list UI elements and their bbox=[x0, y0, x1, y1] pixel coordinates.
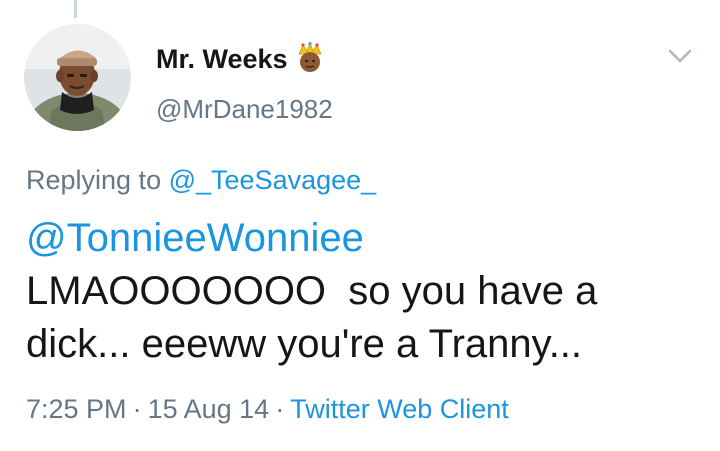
replying-to-handle-link[interactable]: @_TeeSavagee_ bbox=[169, 165, 377, 195]
tweet-metadata: 7:25 PM · 15 Aug 14 · Twitter Web Client bbox=[26, 394, 509, 425]
author-handle[interactable]: @MrDane1982 bbox=[156, 94, 333, 125]
tweet-mention-link[interactable]: @TonnieeWonniee bbox=[26, 212, 696, 265]
tweet-source-link[interactable]: Twitter Web Client bbox=[290, 394, 509, 424]
tweet-date[interactable]: 15 Aug 14 bbox=[148, 394, 270, 424]
tweet-time[interactable]: 7:25 PM bbox=[26, 394, 127, 424]
avatar-image bbox=[24, 24, 131, 131]
author-avatar[interactable] bbox=[24, 24, 131, 131]
tweet-text-line: dick... eeeww you're a Tranny... bbox=[26, 322, 583, 366]
meta-separator: · bbox=[275, 394, 285, 424]
author-display-name[interactable]: Mr. Weeks bbox=[156, 44, 288, 75]
replying-to-line: Replying to @_TeeSavagee_ bbox=[26, 165, 376, 196]
tweet-text: @TonnieeWonniee LMAOOOOOOO so you have a… bbox=[26, 212, 696, 371]
crown-emoji-icon bbox=[296, 41, 324, 77]
tweet-text-line: LMAOOOOOOO so you have a bbox=[26, 269, 598, 313]
author-info: Mr. Weeks bbox=[156, 41, 324, 77]
meta-separator: · bbox=[132, 394, 142, 424]
thread-connector-line bbox=[74, 0, 77, 18]
chevron-down-icon[interactable] bbox=[666, 46, 694, 66]
replying-to-label: Replying to bbox=[26, 165, 162, 195]
